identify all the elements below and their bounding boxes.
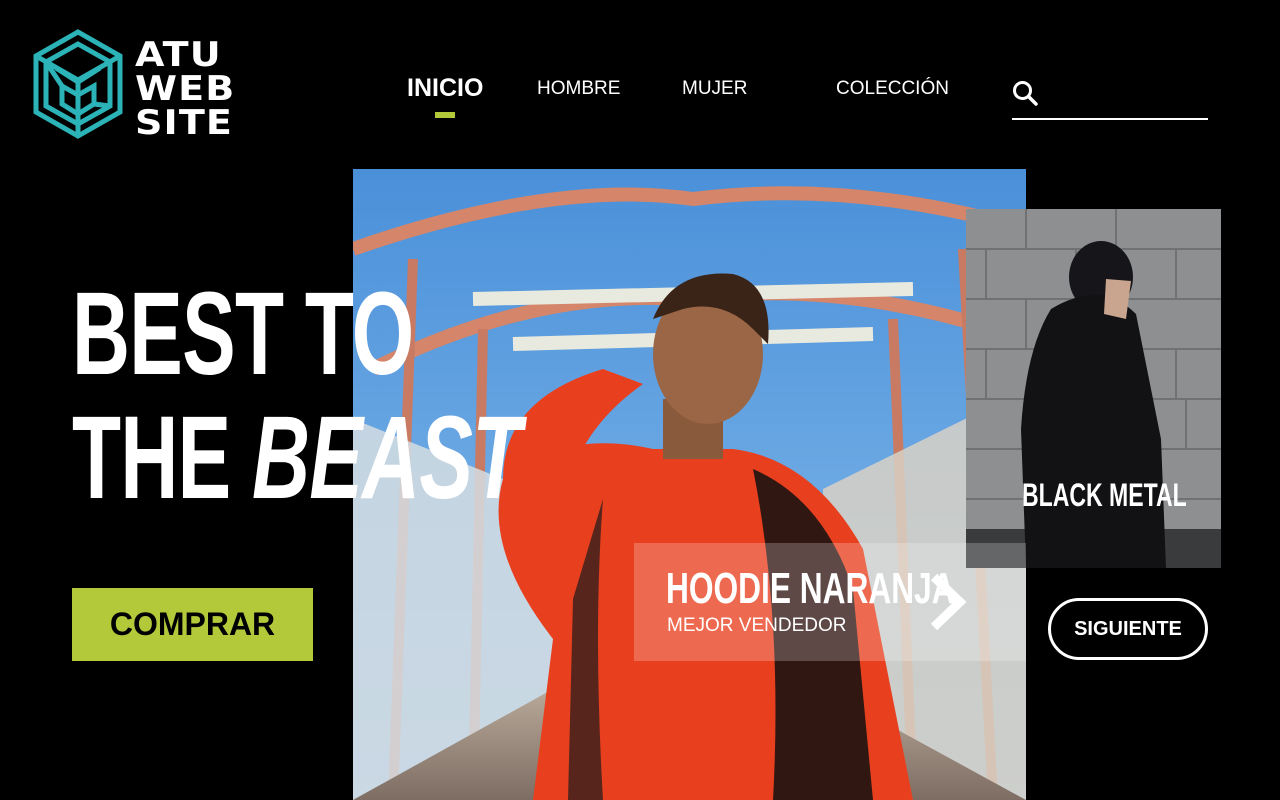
search-icon[interactable] [1012, 80, 1038, 106]
page: ATU WEB SITE INICIO HOMBRE MUJER COLECCI… [0, 0, 1280, 800]
search-input[interactable] [1048, 74, 1208, 116]
logo-line-1: ATU [135, 35, 222, 75]
collection-card-image [966, 209, 1221, 568]
headline-line-1: BEST TO [72, 268, 414, 400]
nav-item-hombre[interactable]: HOMBRE [537, 78, 620, 100]
product-name: HOODIE NARANJA [666, 564, 955, 613]
collection-card-label: BLACK METAL [1022, 477, 1187, 513]
collection-card-black-metal[interactable]: BLACK METAL [966, 209, 1221, 568]
search-underline [1012, 118, 1208, 120]
nav-item-coleccion[interactable]: COLECCIÓN [836, 78, 949, 100]
chevron-right-icon[interactable] [928, 571, 968, 633]
logo[interactable]: ATU WEB SITE [32, 28, 272, 143]
nav-item-inicio[interactable]: INICIO [407, 74, 483, 103]
nav-item-mujer[interactable]: MUJER [682, 78, 747, 100]
siguiente-button[interactable]: SIGUIENTE [1048, 598, 1208, 660]
headline-line-2: THE BEAST [72, 396, 521, 520]
headline-the: THE [72, 392, 231, 524]
nav-active-indicator [435, 112, 455, 118]
comprar-button[interactable]: COMPRAR [72, 588, 313, 661]
logo-line-3: SITE [135, 103, 234, 143]
headline-beast: BEAST [252, 392, 521, 524]
impossible-cube-icon [33, 29, 123, 139]
product-subtitle: MEJOR VENDEDOR [667, 615, 847, 636]
hero-headline: BEST TO THE BEAST [72, 272, 732, 520]
logo-wordmark: ATU WEB SITE [135, 38, 275, 140]
featured-product-card[interactable]: HOODIE NARANJA MEJOR VENDEDOR [634, 543, 1026, 661]
logo-line-2: WEB [135, 69, 236, 109]
search-box [1012, 74, 1208, 120]
